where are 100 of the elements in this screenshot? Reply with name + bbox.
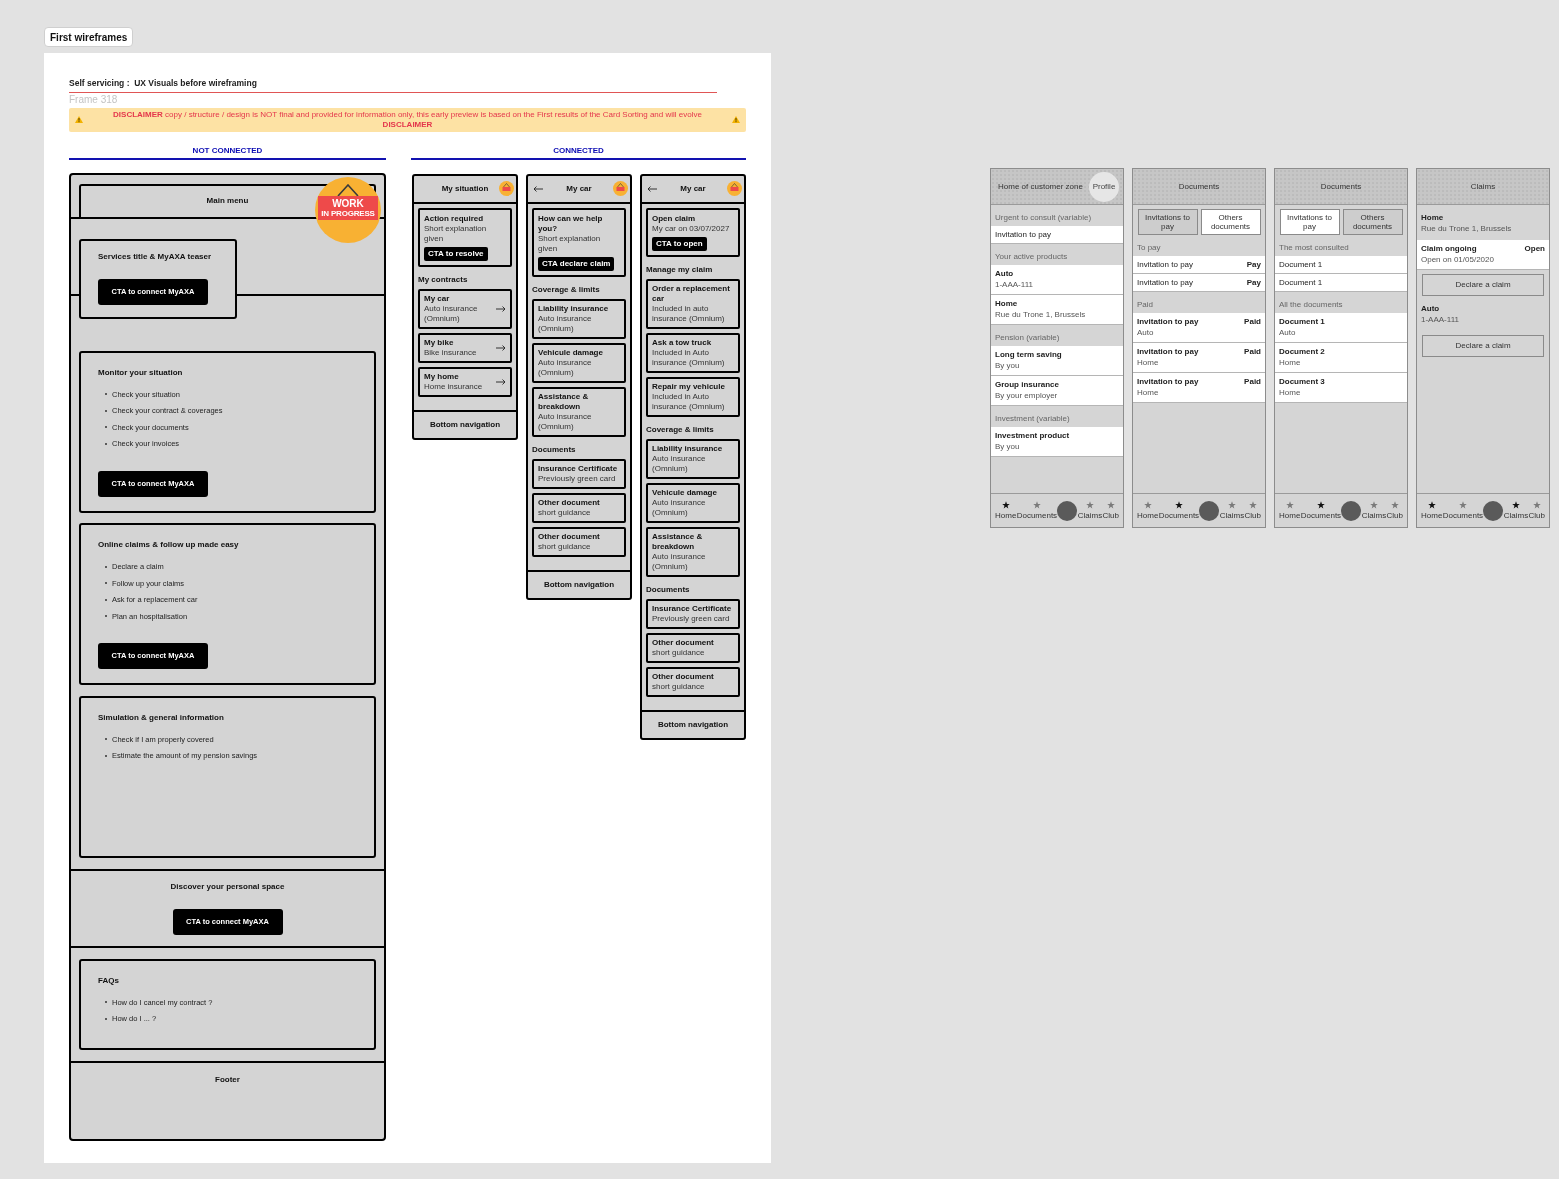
nav-item[interactable]: Home — [995, 501, 1017, 520]
info-card[interactable]: My home Home insurance — [418, 366, 512, 397]
card-title: FAQs — [98, 975, 119, 986]
nav-item[interactable]: Documents — [1300, 501, 1342, 520]
nav-item[interactable]: Claims — [1361, 501, 1387, 520]
card-subtitle: Included in Auto insurance (Omnium) — [652, 391, 726, 412]
list-row[interactable]: Investment product By you — [991, 427, 1123, 457]
card-title: Assistance & breakdown — [652, 531, 704, 552]
row-value: Open — [1524, 244, 1545, 254]
footer-label: Footer — [215, 1074, 240, 1085]
card-subtitle: Auto insurance (Omnium) — [538, 357, 593, 378]
nav-item[interactable]: Club — [1102, 501, 1119, 520]
list-row[interactable]: Invitation to pay Pay — [1133, 274, 1265, 292]
tab[interactable]: Others documents — [1342, 209, 1403, 235]
sign-title: WORK — [332, 197, 364, 209]
row-value: Pay — [1246, 277, 1261, 288]
row-title: Group insurance — [995, 380, 1059, 390]
list-row[interactable]: Invitation to pay Home Paid — [1133, 343, 1265, 373]
nav-item[interactable]: Claims — [1219, 501, 1245, 520]
disclaimer-text: DISCLAIMER copy / structure / design is NOT final and provided for information only, this early preview is based on the First results of the Card Sorting and will evolve DISCLAIMER — [112, 109, 703, 130]
tab[interactable]: Invitations to pay — [1137, 209, 1198, 235]
row-subtitle: By you — [995, 361, 1021, 371]
card-text: Short explanation given — [424, 223, 488, 244]
card-subtitle: Auto insurance (Omnium) — [652, 453, 707, 474]
nav-item[interactable]: Documents — [1442, 501, 1484, 520]
section-label: Paid — [1137, 300, 1153, 310]
list-row[interactable]: Document 1 — [1275, 274, 1407, 292]
nav-item[interactable]: Home — [1137, 501, 1159, 520]
group-label: Documents — [532, 444, 576, 455]
cta-button[interactable]: CTA to open — [652, 236, 707, 251]
bottom-navigation-bar: Bottom navigation — [642, 709, 744, 738]
row-title: Auto — [1421, 304, 1440, 314]
list-row[interactable]: Invitation to pay — [991, 226, 1123, 244]
row-title: Document 2 — [1279, 347, 1325, 357]
list-row[interactable]: Document 3 Home — [1275, 373, 1407, 403]
action-button[interactable]: Declare a claim — [1422, 335, 1544, 357]
card-subtitle: Included in auto insurance (Omnium) — [652, 303, 726, 324]
section-label: To pay — [1137, 243, 1161, 253]
arrow-left-icon[interactable] — [533, 185, 543, 192]
row-title: Investment product — [995, 431, 1070, 441]
row-title: Document 1 — [1279, 317, 1325, 327]
card-subtitle: Bike insurance — [424, 347, 477, 358]
list-row[interactable]: Document 2 Home — [1275, 343, 1407, 373]
list-row[interactable]: Long term saving By you — [991, 346, 1123, 376]
card-subtitle: Previously green card — [652, 613, 731, 624]
card-title: Open claim — [652, 213, 696, 224]
nav-item[interactable]: Claims — [1503, 501, 1529, 520]
nav-item[interactable]: Home — [1421, 501, 1443, 520]
cta-button[interactable]: CTA to resolve — [424, 246, 488, 261]
info-card[interactable]: My bike Bike insurance — [418, 332, 512, 363]
list-row[interactable]: Document 1 — [1275, 256, 1407, 274]
row-subtitle: By your employer — [995, 391, 1059, 401]
cta-button[interactable]: CTA declare claim — [538, 256, 615, 271]
card-title: Repair my vehicule — [652, 381, 726, 392]
info-card[interactable]: My car Auto insurance (Omnium) — [418, 288, 512, 329]
nav-item[interactable]: Claims — [1077, 501, 1103, 520]
list-row[interactable]: Document 1 Auto — [1275, 313, 1407, 343]
nav-item[interactable]: Club — [1244, 501, 1261, 520]
screen-title: Documents — [1320, 181, 1362, 192]
tab[interactable]: Invitations to pay — [1279, 209, 1340, 235]
nav-item[interactable]: Club — [1386, 501, 1403, 520]
nav-item[interactable]: Home — [1279, 501, 1301, 520]
group-label: Coverage & limits — [532, 284, 600, 295]
card-title: Order a replacement car — [652, 283, 731, 304]
card-subtitle: Home insurance — [424, 381, 483, 392]
row-title: Document 1 — [1279, 259, 1323, 270]
list-row[interactable]: Invitation to pay Home Paid — [1133, 373, 1265, 403]
group-label: Documents — [646, 584, 690, 595]
arrow-left-icon[interactable] — [647, 185, 657, 192]
card-title: Monitor your situation — [98, 367, 183, 378]
band-title: Discover your personal space — [170, 881, 285, 892]
row-subtitle: Auto — [1279, 328, 1297, 338]
tab[interactable]: Others documents — [1200, 209, 1261, 235]
list-row[interactable]: Invitation to pay Auto Paid — [1133, 313, 1265, 343]
screen-title: Claims — [1470, 181, 1496, 192]
row-title: Long term saving — [995, 350, 1062, 360]
list-row[interactable]: Invitation to pay Pay — [1133, 256, 1265, 274]
sign-subtitle: IN PROGRESS — [321, 208, 375, 218]
list-row[interactable]: Group insurance By your employer — [991, 376, 1123, 406]
list-row[interactable]: Home Rue du Trone 1, Brussels — [991, 295, 1123, 325]
row-subtitle: Rue du Trone 1, Brussels — [995, 310, 1086, 320]
warning-icon — [75, 116, 83, 123]
section-label: The most consulted — [1279, 243, 1349, 253]
card-subtitle: Auto insurance (Omnium) — [424, 303, 479, 324]
list-row[interactable]: Auto 1-AAA-111 — [991, 265, 1123, 295]
action-button[interactable]: Declare a claim — [1422, 274, 1544, 296]
list-row[interactable]: Claim ongoing Open on 01/05/2020 Open — [1417, 240, 1549, 270]
profile-button[interactable]: Profile — [1089, 171, 1119, 202]
nav-item[interactable]: Documents — [1158, 501, 1200, 520]
card-title: How can we help you? — [538, 213, 604, 234]
card-title: My car — [424, 293, 451, 304]
card-title: Other document — [538, 497, 600, 508]
card-title: My home — [424, 371, 460, 382]
row-subtitle: Rue du Trone 1, Brussels — [1421, 224, 1512, 234]
nav-item[interactable]: Club — [1528, 501, 1545, 520]
card-title: My bike — [424, 337, 455, 348]
nav-item[interactable]: Documents — [1016, 501, 1058, 520]
section-label: Pension (variable) — [995, 333, 1060, 343]
row-title: Home — [995, 299, 1019, 309]
card-title: Online claims & follow up made easy — [98, 540, 239, 550]
